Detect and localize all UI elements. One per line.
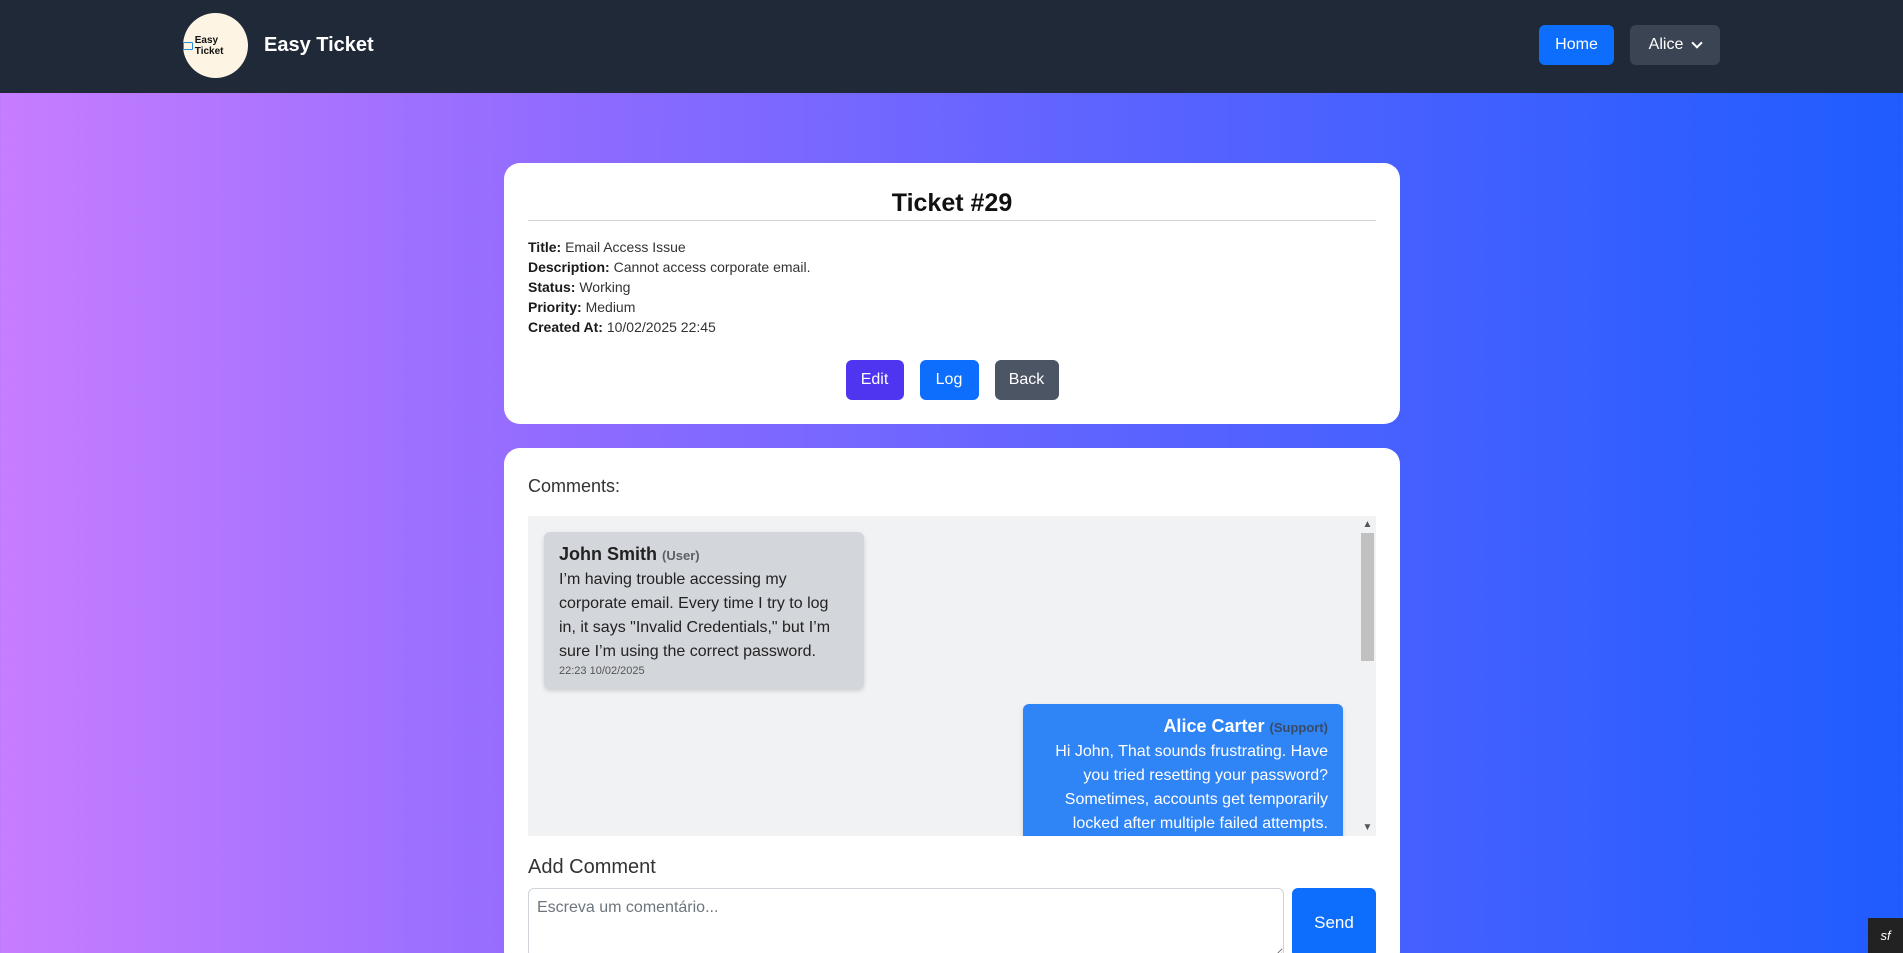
user-menu-button[interactable]: Alice (1630, 25, 1720, 65)
comment-bubble-user: John Smith (User) I’m having trouble acc… (544, 532, 864, 689)
toolbar-glyph: sf (1880, 928, 1891, 943)
scrollbar-thumb[interactable] (1361, 533, 1374, 661)
logo-text: Easy Ticket (194, 34, 224, 57)
ticket-details-card: Ticket #29 Title: Email Access Issue Des… (504, 163, 1400, 424)
comments-label: Comments: (528, 476, 621, 496)
field-label: Priority: (528, 299, 582, 315)
field-created-at: Created At: 10/02/2025 22:45 (528, 317, 810, 337)
symfony-toolbar-icon[interactable]: sf (1868, 918, 1903, 953)
comment-text: Hi John, That sounds frustrating. Have y… (1055, 743, 1328, 832)
ticket-icon (183, 41, 193, 50)
field-value: Medium (585, 299, 636, 315)
back-button[interactable]: Back (994, 360, 1059, 400)
log-button[interactable]: Log (919, 360, 979, 400)
field-priority: Priority: Medium (528, 297, 810, 317)
field-title: Title: Email Access Issue (528, 237, 810, 257)
comment-role: (Support) (1269, 720, 1328, 735)
comments-thread[interactable]: John Smith (User) I’m having trouble acc… (528, 516, 1376, 836)
ticket-actions: Edit Log Back (504, 360, 1400, 400)
comments-scrollbar[interactable]: ▲ ▼ (1359, 516, 1376, 836)
field-label: Created At: (528, 319, 603, 335)
brand[interactable]: Easy Ticket Easy Ticket (183, 13, 374, 78)
comment-author: John Smith (559, 544, 657, 564)
comment-role: (User) (662, 548, 700, 563)
comments-card: Comments: John Smith (User) I’m having t… (504, 448, 1400, 953)
scroll-down-icon[interactable]: ▼ (1359, 819, 1376, 836)
comment-bubble-support: Alice Carter (Support) Hi John, That sou… (1023, 704, 1343, 836)
comment-timestamp: 22:23 10/02/2025 (559, 665, 645, 677)
field-label: Description: (528, 259, 610, 275)
field-value: 10/02/2025 22:45 (606, 319, 716, 335)
home-button[interactable]: Home (1539, 25, 1614, 65)
field-description: Description: Cannot access corporate ema… (528, 257, 810, 277)
navbar: Easy Ticket Easy Ticket Home Alice (0, 0, 1903, 93)
comment-text: I’m having trouble accessing my corporat… (559, 571, 831, 660)
brand-name[interactable]: Easy Ticket (264, 34, 374, 57)
field-value: Cannot access corporate email. (613, 259, 811, 275)
field-label: Title: (528, 239, 562, 255)
edit-button[interactable]: Edit (845, 360, 904, 400)
brand-logo[interactable]: Easy Ticket (183, 13, 248, 78)
field-value: Working (579, 279, 631, 295)
add-comment-label: Add Comment (528, 856, 656, 878)
comment-author: Alice Carter (1163, 716, 1265, 736)
chevron-down-icon (1691, 37, 1704, 49)
ticket-fields: Title: Email Access Issue Description: C… (528, 237, 810, 337)
field-value: Email Access Issue (565, 239, 686, 255)
field-label: Status: (528, 279, 576, 295)
field-status: Status: Working (528, 277, 810, 297)
ticket-heading: Ticket #29 (528, 189, 1376, 221)
comment-header: Alice Carter (Support) (1038, 714, 1328, 740)
comment-header: John Smith (User) (559, 542, 849, 568)
user-name: Alice (1648, 36, 1684, 53)
send-button[interactable]: Send (1292, 888, 1376, 953)
scroll-up-icon[interactable]: ▲ (1359, 516, 1376, 533)
comment-input[interactable] (528, 888, 1284, 953)
